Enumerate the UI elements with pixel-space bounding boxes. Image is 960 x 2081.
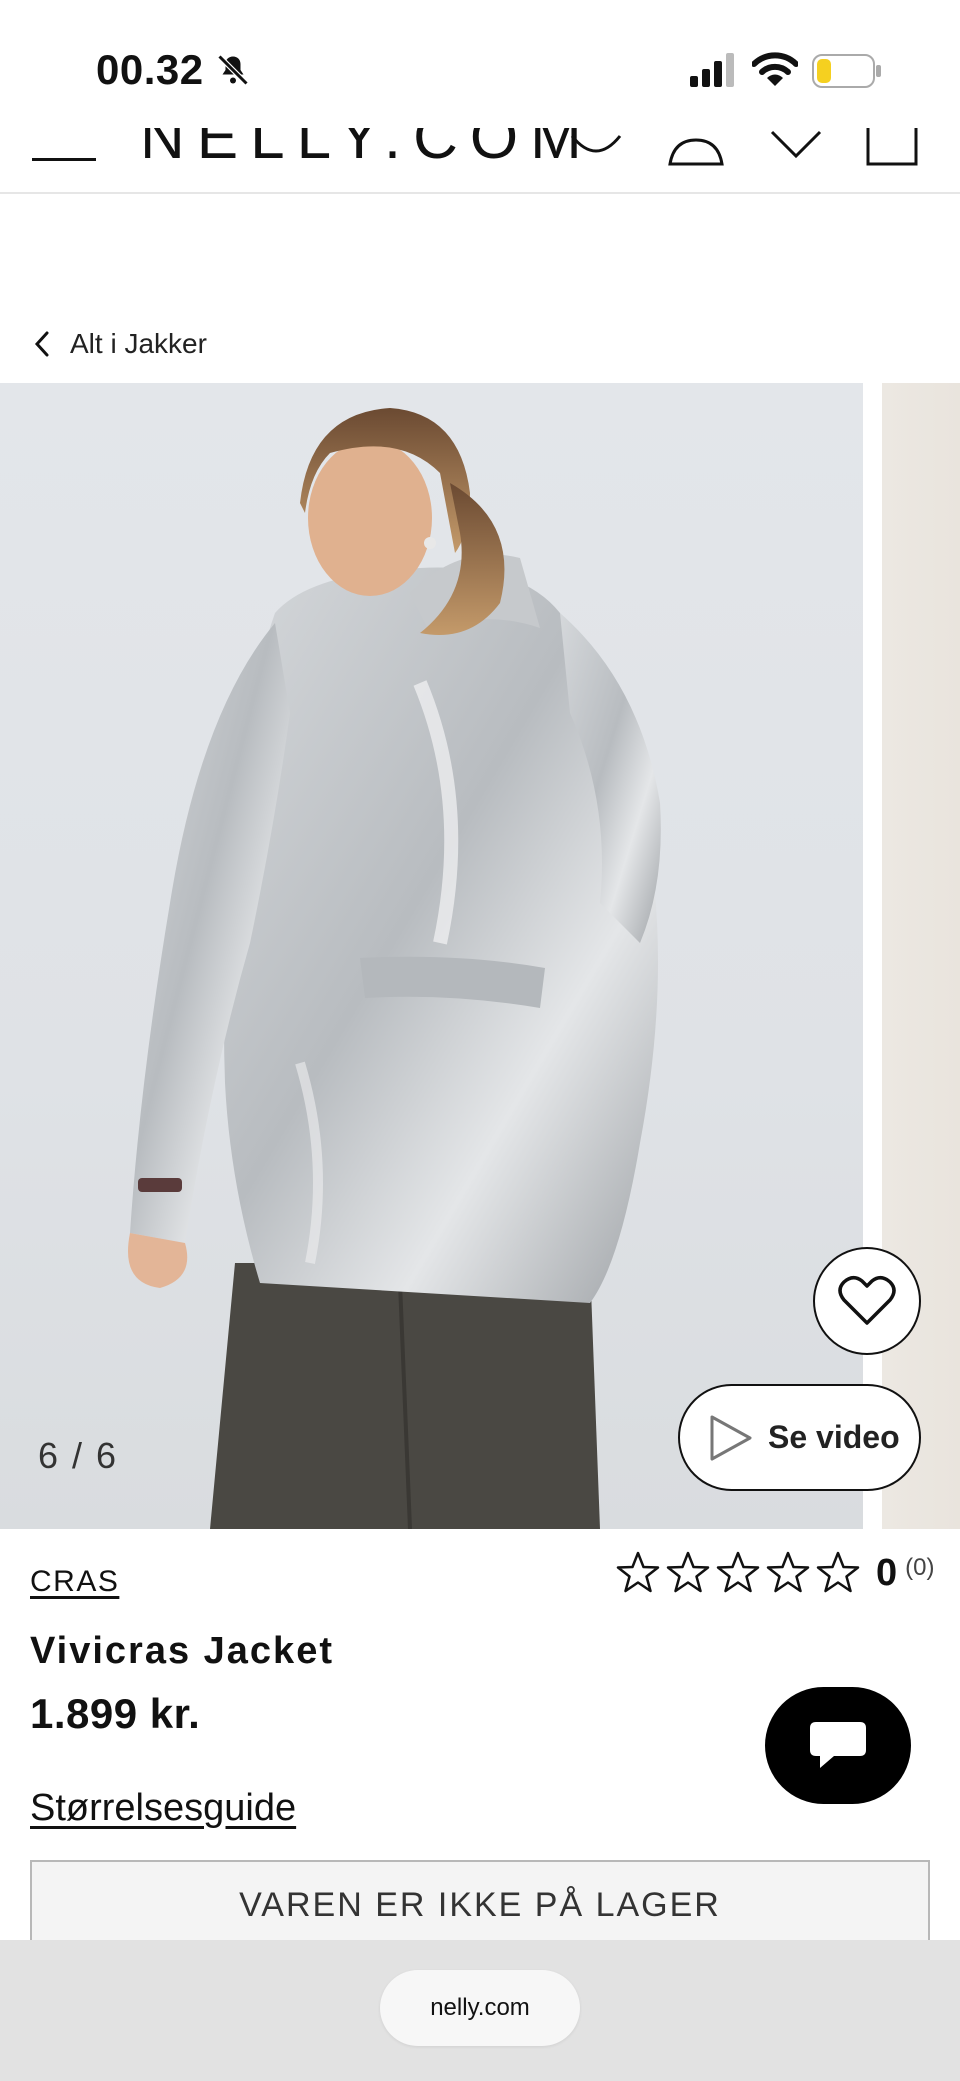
image-counter: 6 / 6 [38, 1435, 119, 1476]
product-gallery[interactable]: 6 / 6 Se video [0, 383, 960, 1529]
heart-icon[interactable] [768, 128, 824, 168]
account-icon[interactable] [668, 128, 724, 168]
search-icon[interactable] [568, 128, 624, 168]
bag-icon[interactable] [864, 128, 920, 168]
signal-icon [690, 53, 734, 87]
star-icon [766, 1551, 810, 1593]
star-icon [616, 1551, 660, 1593]
bell-slash-icon [217, 54, 249, 86]
breadcrumb-label: Alt i Jakker [70, 328, 207, 359]
heart-icon [838, 1276, 896, 1325]
breadcrumb[interactable]: Alt i Jakker [32, 322, 207, 366]
chat-button[interactable] [765, 1687, 911, 1804]
brand-link[interactable]: CRAS [30, 1565, 119, 1599]
product-photo[interactable] [0, 383, 863, 1529]
rating-count: (0) [905, 1554, 935, 1581]
url-bar[interactable]: nelly.com [380, 1970, 580, 2046]
chevron-left-icon [34, 331, 49, 357]
play-icon [710, 1415, 752, 1460]
status-time: 00.32 [96, 46, 204, 93]
star-icon [716, 1551, 760, 1593]
star-icon [666, 1551, 710, 1593]
browser-bar: nelly.com [0, 1940, 960, 2081]
favorite-button[interactable] [813, 1247, 921, 1355]
next-photo-peek[interactable] [882, 383, 960, 1529]
video-button[interactable]: Se video [678, 1384, 921, 1491]
chat-icon [810, 1721, 866, 1768]
video-label: Se video [768, 1419, 900, 1455]
product-price: 1.899 kr. [30, 1690, 201, 1737]
star-icon [816, 1551, 860, 1593]
wifi-icon [752, 52, 798, 86]
url-text: nelly.com [430, 1994, 530, 2021]
product-name: Vivicras Jacket [30, 1630, 334, 1672]
model-illustration [128, 408, 661, 1529]
site-header: NELLY.COM [0, 128, 960, 194]
site-logo[interactable]: NELLY.COM [140, 128, 594, 173]
size-guide-link[interactable]: Størrelsesguide [30, 1787, 296, 1830]
rating-value: 0 [876, 1551, 898, 1594]
product-rating[interactable]: 0 (0) [614, 1549, 934, 1597]
battery-icon [812, 54, 881, 88]
status-bar: 00.32 [0, 0, 960, 128]
menu-icon[interactable] [32, 158, 96, 164]
